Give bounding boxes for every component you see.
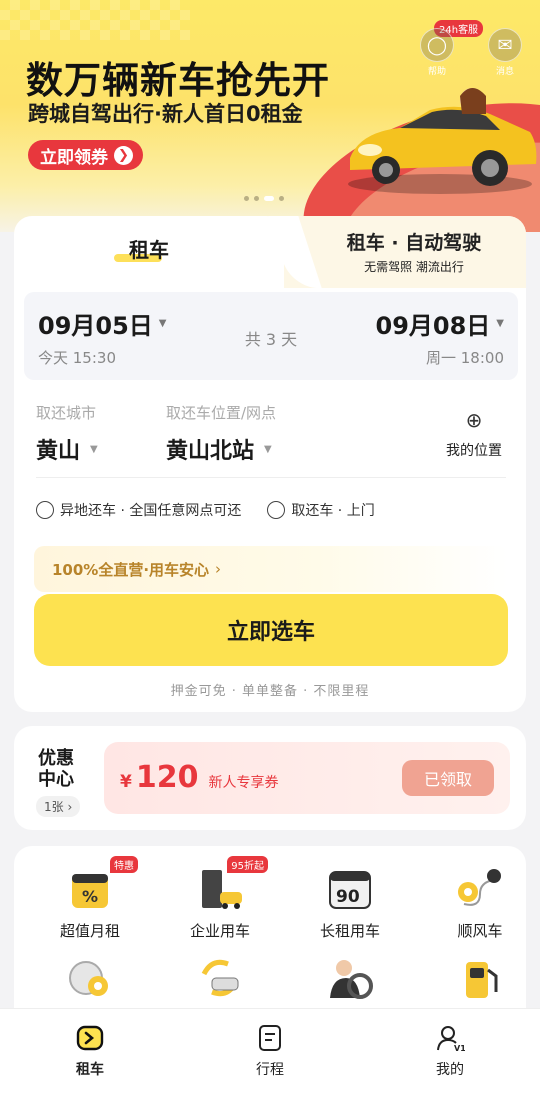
car-rental-icon xyxy=(76,1025,104,1051)
hero-banner[interactable]: 数万辆新车抢先开 跨城自驾出行·新人首日0租金 立即领券 ❯ 24h客服 ◯ 帮… xyxy=(0,0,540,232)
my-location-label: 我的位置 xyxy=(446,443,502,459)
trip-list-icon xyxy=(259,1025,281,1051)
site-selector[interactable]: 取还车位置/网点 黄山北站 ▼ xyxy=(166,402,276,465)
service-item[interactable]: 顺风车 xyxy=(420,864,526,941)
chevron-right-icon: ❯ xyxy=(114,145,133,165)
mode-tabs: 租车 租车 · 自动驾驶 无需驾照 潮流出行 xyxy=(14,216,526,288)
calendar-discount-icon: % 特惠 xyxy=(64,856,138,912)
banner-pattern xyxy=(0,0,190,40)
coupon-currency: ¥ xyxy=(120,772,132,792)
site-value: 黄山北站 xyxy=(166,439,255,464)
nav-label: 行程 xyxy=(256,1062,284,1078)
service-tag-badge: 95折起 xyxy=(227,856,268,873)
carousel-dot xyxy=(279,196,284,201)
different-return-option[interactable]: 异地还车 · 全国任意网点可还 xyxy=(36,500,241,520)
carousel-dot xyxy=(254,196,259,201)
service-label: 长租用车 xyxy=(319,922,380,940)
door-delivery-option[interactable]: 取还车 · 上门 xyxy=(267,500,375,520)
promo-text: 100%全直营·用车安心 xyxy=(52,560,210,579)
service-item[interactable]: % 特惠超值月租 xyxy=(30,856,150,941)
coupon-card[interactable]: ¥ 120 新人专享券 已领取 xyxy=(104,742,510,814)
rental-search-card: 租车 租车 · 自动驾驶 无需驾照 潮流出行 09月05日 ▼ 今天 15:30 … xyxy=(14,216,526,712)
service-label: 顺风车 xyxy=(457,922,503,940)
crosshair-icon: ⊕ xyxy=(465,408,483,432)
coupon-description: 新人专享券 xyxy=(208,775,279,791)
svg-text:90: 90 xyxy=(336,887,360,907)
nav-item-rent[interactable]: 租车 xyxy=(0,1009,180,1094)
service-promo-link[interactable]: 100%全直营·用车安心 › xyxy=(34,546,508,592)
carousel-indicator xyxy=(244,196,284,201)
nav-item-profile[interactable]: V1 我的 xyxy=(360,1009,540,1094)
bottom-navigation: 租车 行程 V1 我的 xyxy=(0,1008,540,1094)
message-button[interactable]: ✉ 消息 xyxy=(480,28,530,77)
coupon-count-value: 1张 xyxy=(44,800,64,814)
pickup-time: 今天 15:30 xyxy=(38,349,116,367)
claim-coupon-button[interactable]: 立即领券 ❯ xyxy=(28,140,143,170)
date-picker: 09月05日 ▼ 今天 15:30 共 3 天 09月08日 ▼ 周一 18:00 xyxy=(24,292,518,380)
caret-down-icon: ▼ xyxy=(496,318,504,329)
discount-center[interactable]: 优惠中心 1张 › ¥ 120 新人专享券 已领取 xyxy=(14,726,526,830)
radio-button[interactable] xyxy=(36,501,54,519)
services-grid: %特惠超值月租95折起企业用车90长租用车顺风车全球租二手车商务代驾特惠加油 xyxy=(14,846,526,1026)
radio-button[interactable] xyxy=(267,501,286,519)
route-pin-icon xyxy=(454,864,506,912)
help-label: 帮助 xyxy=(427,67,446,77)
claim-coupon-label: 立即领券 xyxy=(40,147,108,168)
sports-car-illustration xyxy=(348,88,537,194)
service-label: 超值月租 xyxy=(59,922,120,940)
help-button[interactable]: ◯ 帮助 xyxy=(412,28,462,77)
service-tips: 押金可免 · 单单整备 · 不限里程 xyxy=(170,684,370,699)
coupon-claimed-button[interactable]: 已领取 xyxy=(402,760,494,796)
rental-options: 异地还车 · 全国任意网点可还 取还车 · 上门 xyxy=(36,500,375,520)
city-selector[interactable]: 取还城市 黄山 ▼ xyxy=(36,402,98,465)
banner-headline: 数万辆新车抢先开 xyxy=(26,59,330,102)
calendar-90-icon: 90 xyxy=(324,864,376,912)
lightbulb-icon: ◯ xyxy=(420,28,454,62)
return-date: 09月08日 xyxy=(375,312,491,340)
tab-rent[interactable]: 租车 xyxy=(14,216,284,288)
return-date-selector[interactable]: 09月08日 ▼ 周一 18:00 xyxy=(376,306,505,368)
discount-center-title: 优惠中心 xyxy=(38,748,74,790)
nav-label: 租车 xyxy=(76,1062,104,1078)
building-car-icon: 95折起 xyxy=(194,856,268,912)
message-icon: ✉ xyxy=(488,28,522,62)
svg-text:%: % xyxy=(82,887,98,906)
svg-text:V1: V1 xyxy=(454,1044,465,1053)
profile-v1-icon: V1 xyxy=(437,1026,465,1053)
select-car-button[interactable]: 立即选车 xyxy=(34,594,508,666)
chevron-right-icon: › xyxy=(215,560,222,578)
carousel-dot-active xyxy=(264,196,274,201)
banner-subline: 跨城自驾出行·新人首日0租金 xyxy=(28,102,303,126)
city-value: 黄山 xyxy=(36,439,81,464)
tab-autonomous-title: 租车 · 自动驾驶 xyxy=(346,232,482,254)
service-item[interactable]: 95折起企业用车 xyxy=(160,856,280,941)
tab-autonomous-subtitle: 无需驾照 潮流出行 xyxy=(364,260,464,274)
caret-down-icon: ▼ xyxy=(264,443,272,455)
nav-item-trips[interactable]: 行程 xyxy=(180,1009,360,1094)
service-label: 企业用车 xyxy=(189,922,250,940)
city-label: 取还城市 xyxy=(36,404,97,422)
nav-label: 我的 xyxy=(436,1062,464,1078)
my-location-button[interactable]: ⊕ 我的位置 xyxy=(442,408,506,460)
service-item[interactable]: 90 长租用车 xyxy=(290,864,410,941)
caret-down-icon: ▼ xyxy=(90,443,98,455)
coupon-count[interactable]: 1张 › xyxy=(36,796,81,817)
carousel-dot xyxy=(244,196,249,201)
globe-pin-icon xyxy=(64,954,116,1002)
service-tag-badge: 特惠 xyxy=(110,856,138,873)
site-label: 取还车位置/网点 xyxy=(166,404,277,422)
car-exchange-icon xyxy=(194,954,246,1002)
door-delivery-label: 取还车 · 上门 xyxy=(291,503,375,519)
driver-wheel-icon xyxy=(324,954,376,1002)
tab-rent-label: 租车 xyxy=(129,238,169,262)
tab-autonomous[interactable]: 租车 · 自动驾驶 无需驾照 潮流出行 xyxy=(314,228,514,275)
chevron-right-icon: › xyxy=(67,800,73,814)
message-label: 消息 xyxy=(495,67,514,77)
location-selector: 取还城市 黄山 ▼ 取还车位置/网点 黄山北站 ▼ ⊕ 我的位置 xyxy=(36,402,506,478)
different-return-label: 异地还车 · 全国任意网点可还 xyxy=(60,503,242,519)
fuel-pump-icon xyxy=(454,954,506,1002)
coupon-amount: 120 xyxy=(135,760,199,795)
return-time: 周一 18:00 xyxy=(426,349,504,367)
